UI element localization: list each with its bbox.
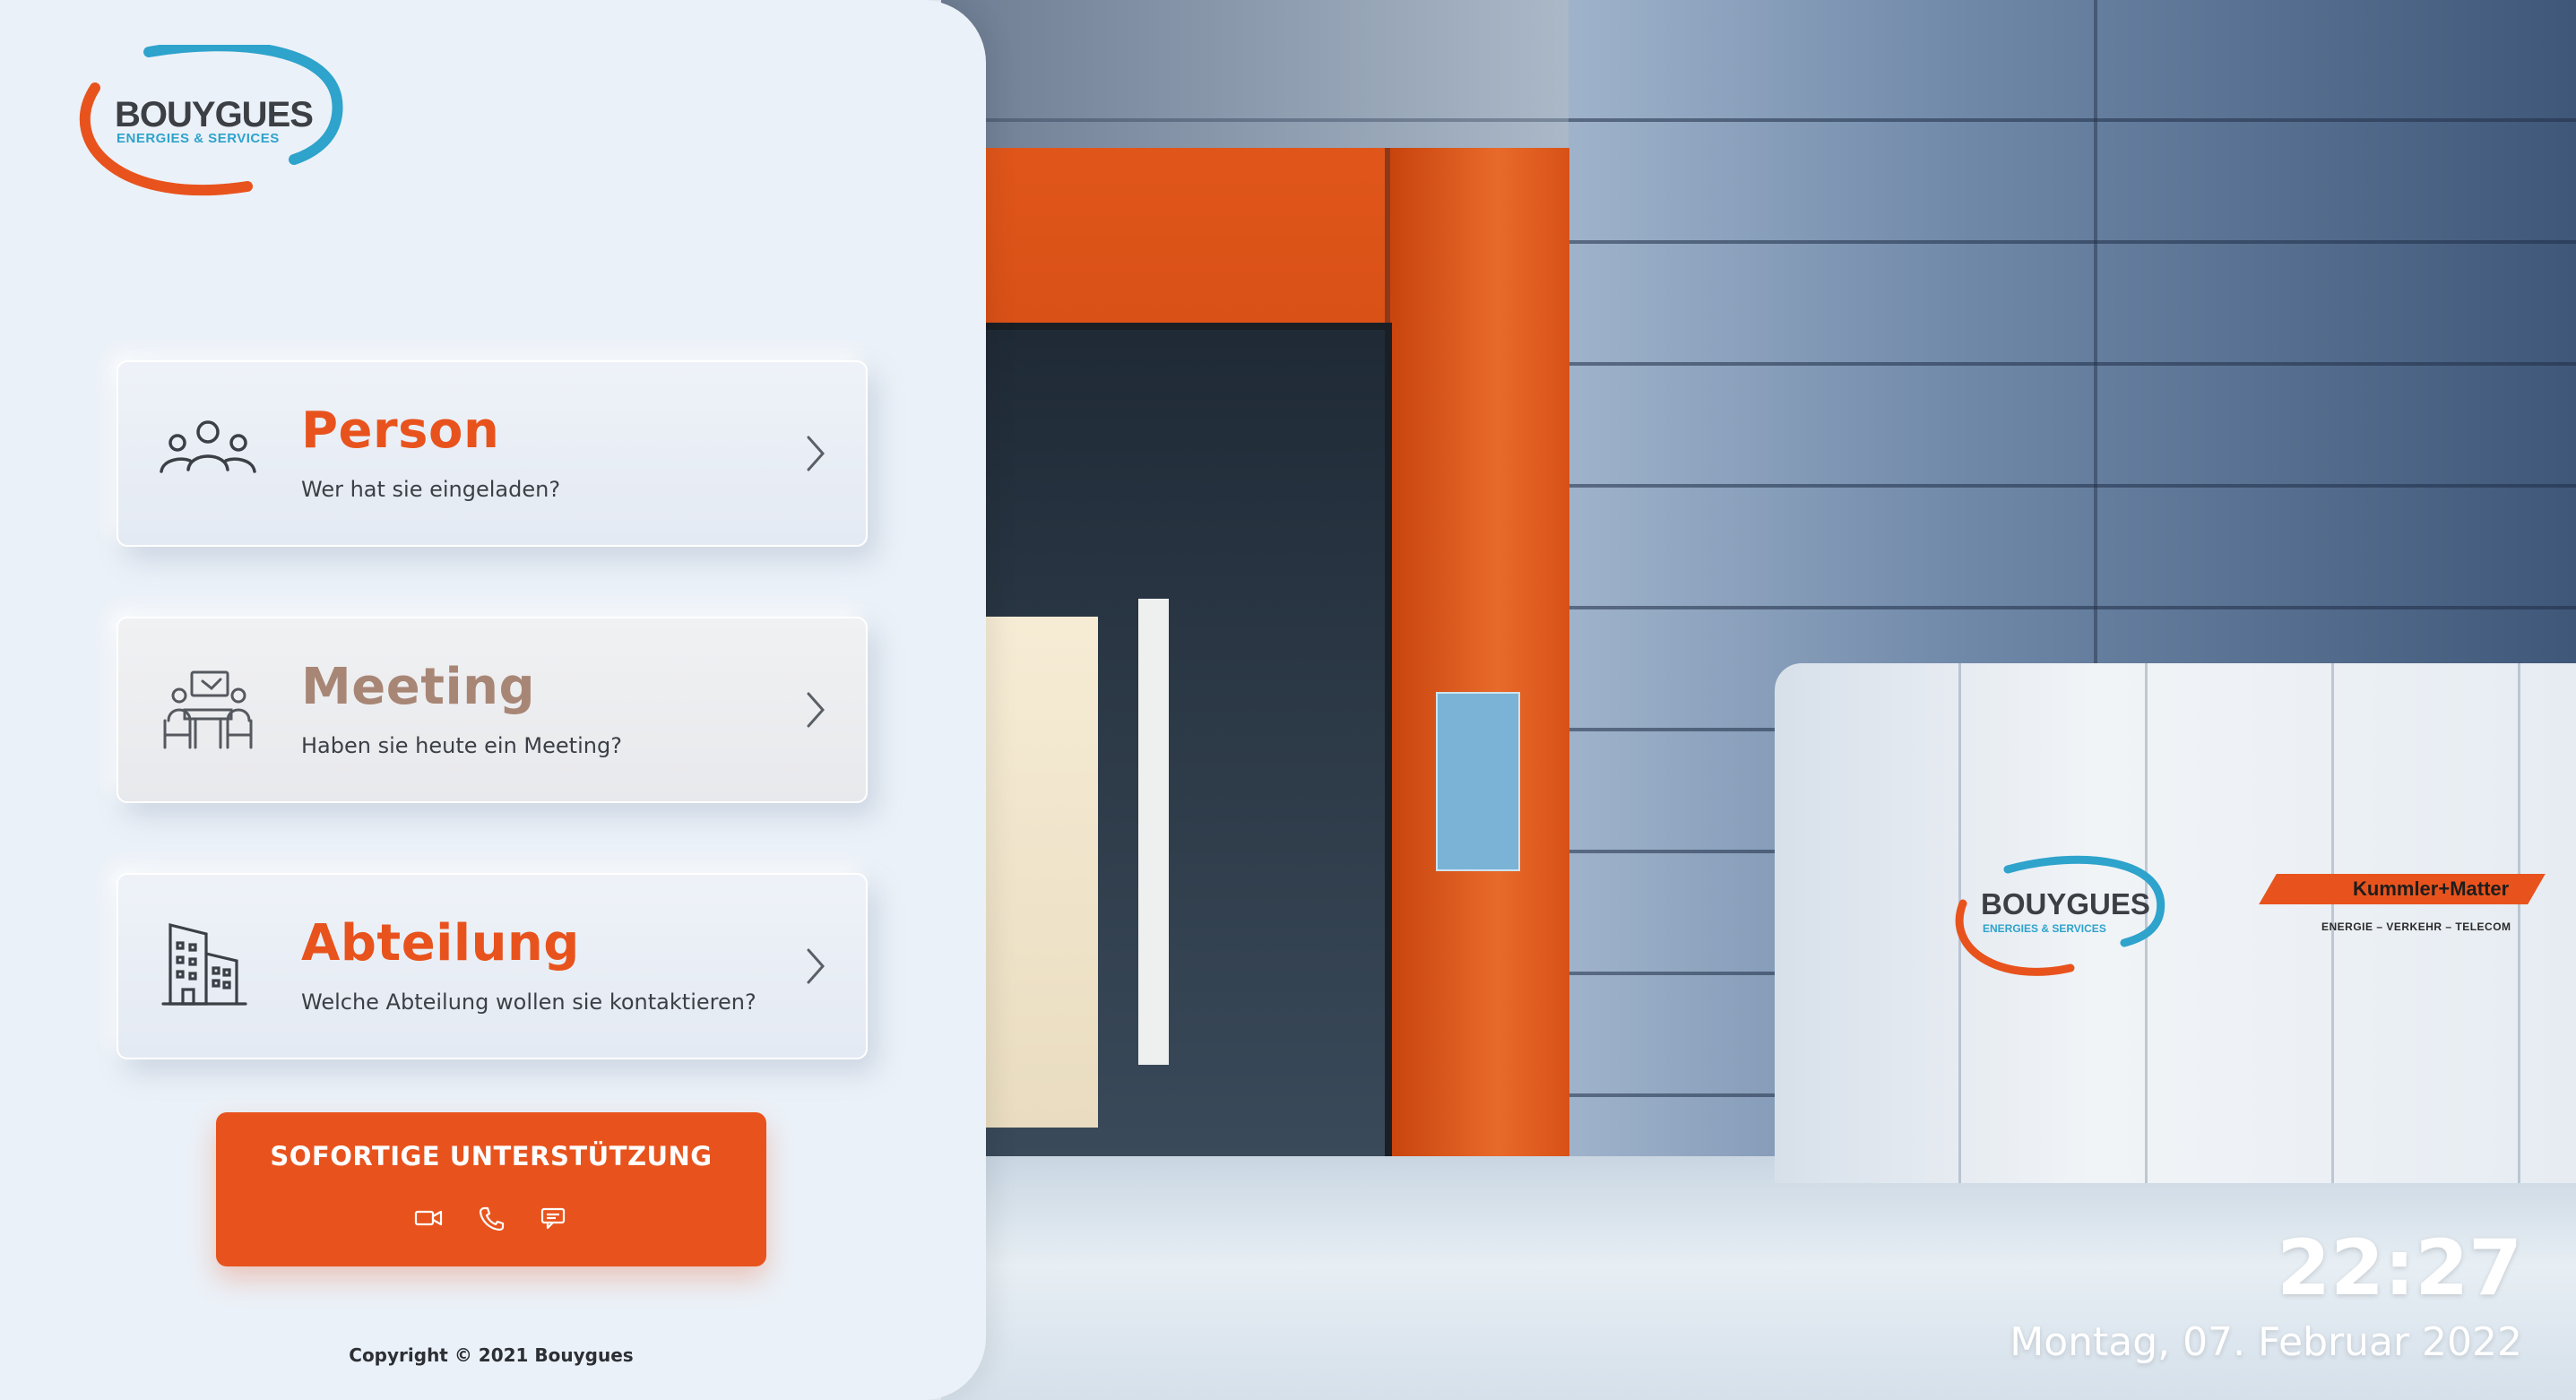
clock: 22:27 Montag, 07. Februar 2022 [2010, 1230, 2522, 1365]
clock-time: 22:27 [2277, 1223, 2522, 1313]
wall-sign [1436, 692, 1520, 871]
logo-brand-name: BOUYGUES [115, 95, 314, 134]
lobby-background-photo: BOUYGUES ENERGIES & SERVICES Kummler+Mat… [941, 0, 2576, 1400]
clock-date: Montag, 07. Februar 2022 [2010, 1319, 2522, 1365]
entrance-doorway [941, 323, 1392, 1171]
building-icon [156, 922, 260, 1007]
support-button-label: SOFORTIGE UNTERSTÜTZUNG [270, 1141, 713, 1171]
kummler-matter-tagline: ENERGIE – VERKEHR – TELECOM [2321, 920, 2511, 933]
chat-icon[interactable] [540, 1206, 568, 1231]
desk-logo-name: BOUYGUES [1981, 887, 2150, 920]
option-abteilung-card[interactable]: Abteilung Welche Abteilung wollen sie ko… [117, 873, 868, 1059]
support-contact-icons [216, 1206, 766, 1231]
copyright-text: Copyright © 2021 Bouygues [349, 1344, 634, 1366]
desk-logo-subtitle: ENERGIES & SERVICES [1983, 922, 2106, 935]
chevron-right-icon [805, 946, 826, 986]
option-abteilung-subtitle: Welche Abteilung wollen sie kontaktieren… [301, 990, 756, 1015]
immediate-support-button[interactable]: SOFORTIGE UNTERSTÜTZUNG [216, 1112, 766, 1266]
option-person-title: Person [301, 402, 500, 460]
video-icon[interactable] [414, 1206, 443, 1231]
option-meeting-card[interactable]: Meeting Haben sie heute ein Meeting? [117, 617, 868, 803]
option-person-subtitle: Wer hat sie eingeladen? [301, 477, 561, 502]
logo-subtitle: ENERGIES & SERVICES [117, 131, 280, 146]
chevron-right-icon [805, 690, 826, 730]
desk-bouygues-logo: BOUYGUES ENERGIES & SERVICES [1945, 850, 2178, 984]
people-icon [156, 414, 260, 495]
kummler-matter-name: Kummler+Matter [2353, 877, 2510, 900]
meeting-icon [156, 670, 260, 751]
option-meeting-title: Meeting [301, 658, 536, 716]
option-person-card[interactable]: Person Wer hat sie eingeladen? [117, 360, 868, 547]
phone-icon[interactable] [477, 1206, 506, 1231]
option-meeting-subtitle: Haben sie heute ein Meeting? [301, 733, 622, 758]
kummler-matter-logo: Kummler+Matter ENERGIE – VERKEHR – TELEC… [2259, 874, 2546, 955]
left-panel: BOUYGUES ENERGIES & SERVICES Person Wer … [0, 0, 986, 1400]
orange-glass-wall [1385, 148, 1569, 1170]
chevron-right-icon [805, 434, 826, 473]
doorway-strip [1138, 599, 1169, 1065]
option-abteilung-title: Abteilung [301, 914, 580, 972]
bouygues-logo: BOUYGUES ENERGIES & SERVICES [68, 45, 346, 202]
